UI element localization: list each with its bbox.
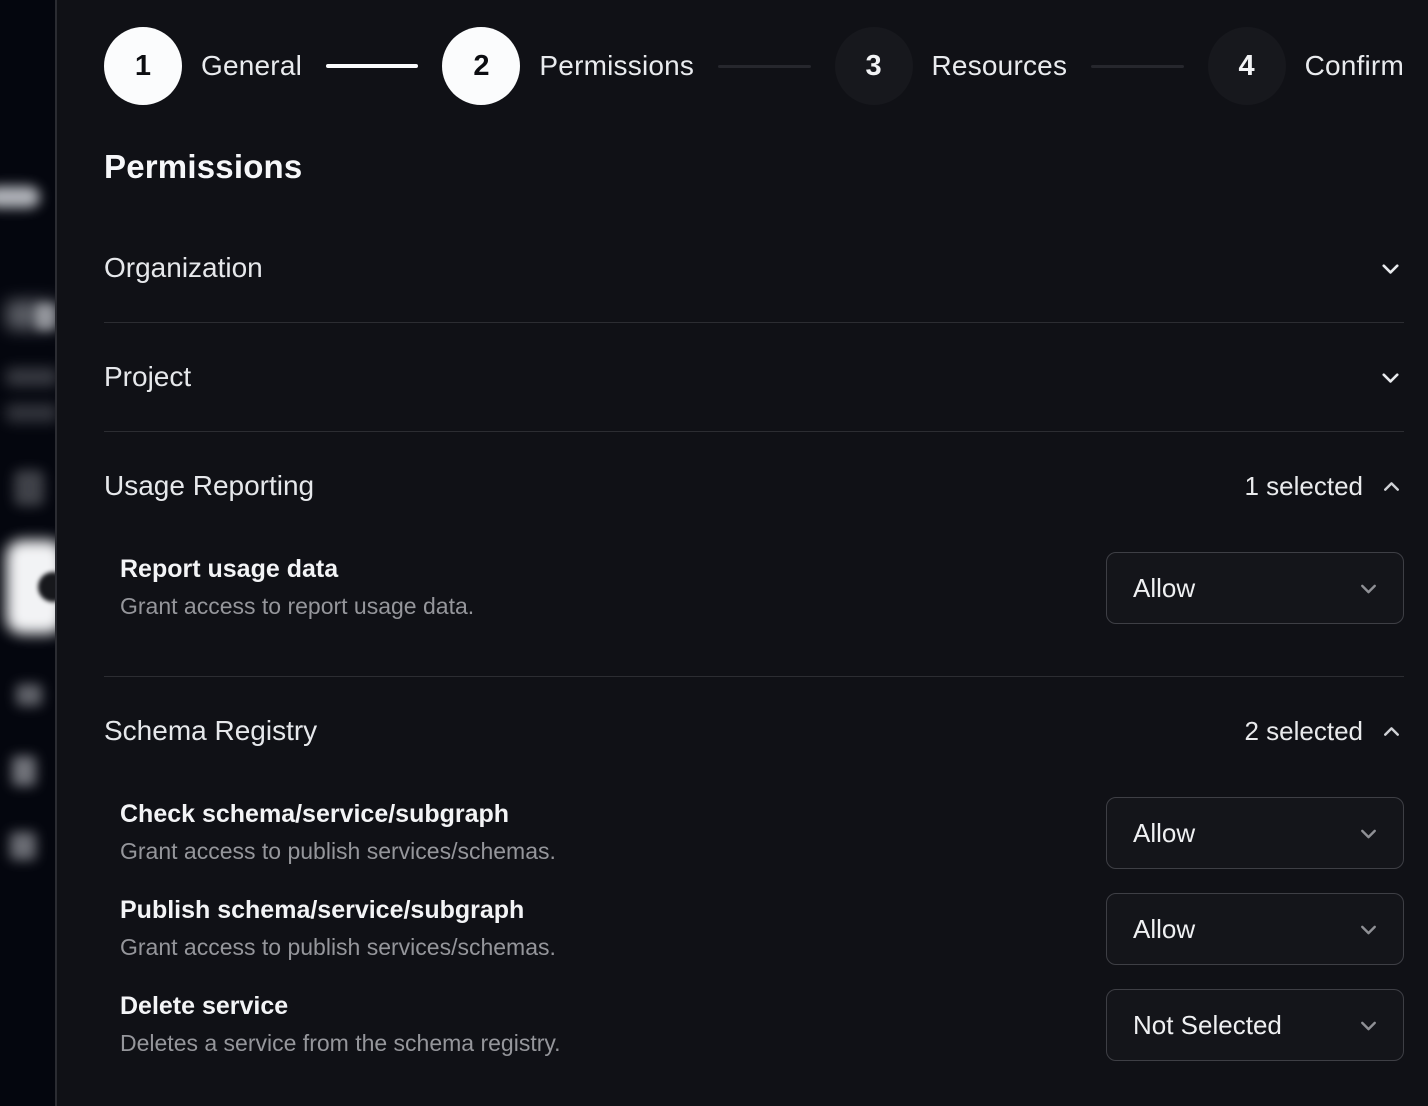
step-connector: [1091, 65, 1183, 68]
wizard-stepper: 1 General 2 Permissions 3 Resources 4 Co…: [104, 27, 1404, 105]
step-label: Permissions: [539, 50, 694, 82]
permission-description: Grant access to publish services/schemas…: [120, 934, 556, 962]
section-project: Project: [104, 323, 1404, 432]
permission-select-report-usage-data[interactable]: Allow: [1106, 552, 1404, 624]
step-number-circle: 3: [835, 27, 913, 105]
permission-title: Report usage data: [120, 555, 474, 584]
chevron-down-icon: [1356, 576, 1381, 601]
select-value: Allow: [1133, 914, 1195, 945]
step-label: Confirm: [1305, 50, 1404, 82]
page-title: Permissions: [104, 148, 1404, 186]
permission-description: Grant access to publish services/schemas…: [120, 838, 556, 866]
permission-select-publish-schema[interactable]: Allow: [1106, 893, 1404, 965]
section-header-organization[interactable]: Organization: [104, 214, 1404, 322]
blurred-text-line: [6, 368, 55, 386]
section-title: Usage Reporting: [104, 470, 314, 502]
step-label: Resources: [932, 50, 1068, 82]
chevron-down-icon: [1356, 821, 1381, 846]
permission-row-report-usage-data: Report usage data Grant access to report…: [104, 552, 1404, 624]
permission-description: Deletes a service from the schema regist…: [120, 1030, 561, 1058]
step-number-circle: 4: [1208, 27, 1286, 105]
section-header-project[interactable]: Project: [104, 323, 1404, 431]
select-value: Allow: [1133, 573, 1195, 604]
step-label: General: [201, 50, 302, 82]
step-permissions[interactable]: 2 Permissions: [442, 27, 694, 105]
permission-row-check-schema: Check schema/service/subgraph Grant acce…: [104, 797, 1404, 869]
section-schema-registry: Schema Registry 2 selected Check schema/…: [104, 677, 1404, 1061]
permission-title: Publish schema/service/subgraph: [120, 896, 556, 925]
section-organization: Organization: [104, 214, 1404, 323]
step-resources[interactable]: 3 Resources: [835, 27, 1068, 105]
step-confirm[interactable]: 4 Confirm: [1208, 27, 1404, 105]
section-title: Organization: [104, 252, 263, 284]
step-general[interactable]: 1 General: [104, 27, 302, 105]
permission-select-check-schema[interactable]: Allow: [1106, 797, 1404, 869]
permission-select-delete-service[interactable]: Not Selected: [1106, 989, 1404, 1061]
blurred-text: [12, 756, 36, 786]
section-header-usage-reporting[interactable]: Usage Reporting 1 selected: [104, 432, 1404, 540]
create-wizard-panel: 1 General 2 Permissions 3 Resources 4 Co…: [55, 0, 1428, 1106]
select-value: Not Selected: [1133, 1010, 1282, 1041]
section-usage-reporting: Usage Reporting 1 selected Report usage …: [104, 432, 1404, 677]
step-number-circle: 2: [442, 27, 520, 105]
chevron-down-icon: [1377, 255, 1404, 282]
selected-count: 1 selected: [1244, 471, 1363, 502]
section-title: Project: [104, 361, 191, 393]
step-connector: [718, 65, 810, 68]
selected-count: 2 selected: [1244, 716, 1363, 747]
blurred-text-line: [6, 404, 55, 422]
blurred-icon: [14, 470, 44, 506]
permission-description: Grant access to report usage data.: [120, 593, 474, 621]
blurred-text: [10, 832, 36, 860]
blurred-text: [16, 684, 42, 706]
chevron-down-icon: [1377, 364, 1404, 391]
section-header-schema-registry[interactable]: Schema Registry 2 selected: [104, 677, 1404, 785]
blurred-heading: [36, 304, 55, 330]
blurred-page-backdrop: [0, 0, 55, 1106]
chevron-up-icon: [1379, 474, 1404, 499]
chevron-up-icon: [1379, 719, 1404, 744]
permission-title: Delete service: [120, 992, 561, 1021]
permission-row-delete-service: Delete service Deletes a service from th…: [104, 989, 1404, 1061]
permission-title: Check schema/service/subgraph: [120, 800, 556, 829]
step-connector: [326, 64, 418, 68]
section-title: Schema Registry: [104, 715, 317, 747]
select-value: Allow: [1133, 818, 1195, 849]
chevron-down-icon: [1356, 1013, 1381, 1038]
chevron-down-icon: [1356, 917, 1381, 942]
permission-row-publish-schema: Publish schema/service/subgraph Grant ac…: [104, 893, 1404, 965]
step-number-circle: 1: [104, 27, 182, 105]
blurred-logo: [0, 186, 40, 208]
